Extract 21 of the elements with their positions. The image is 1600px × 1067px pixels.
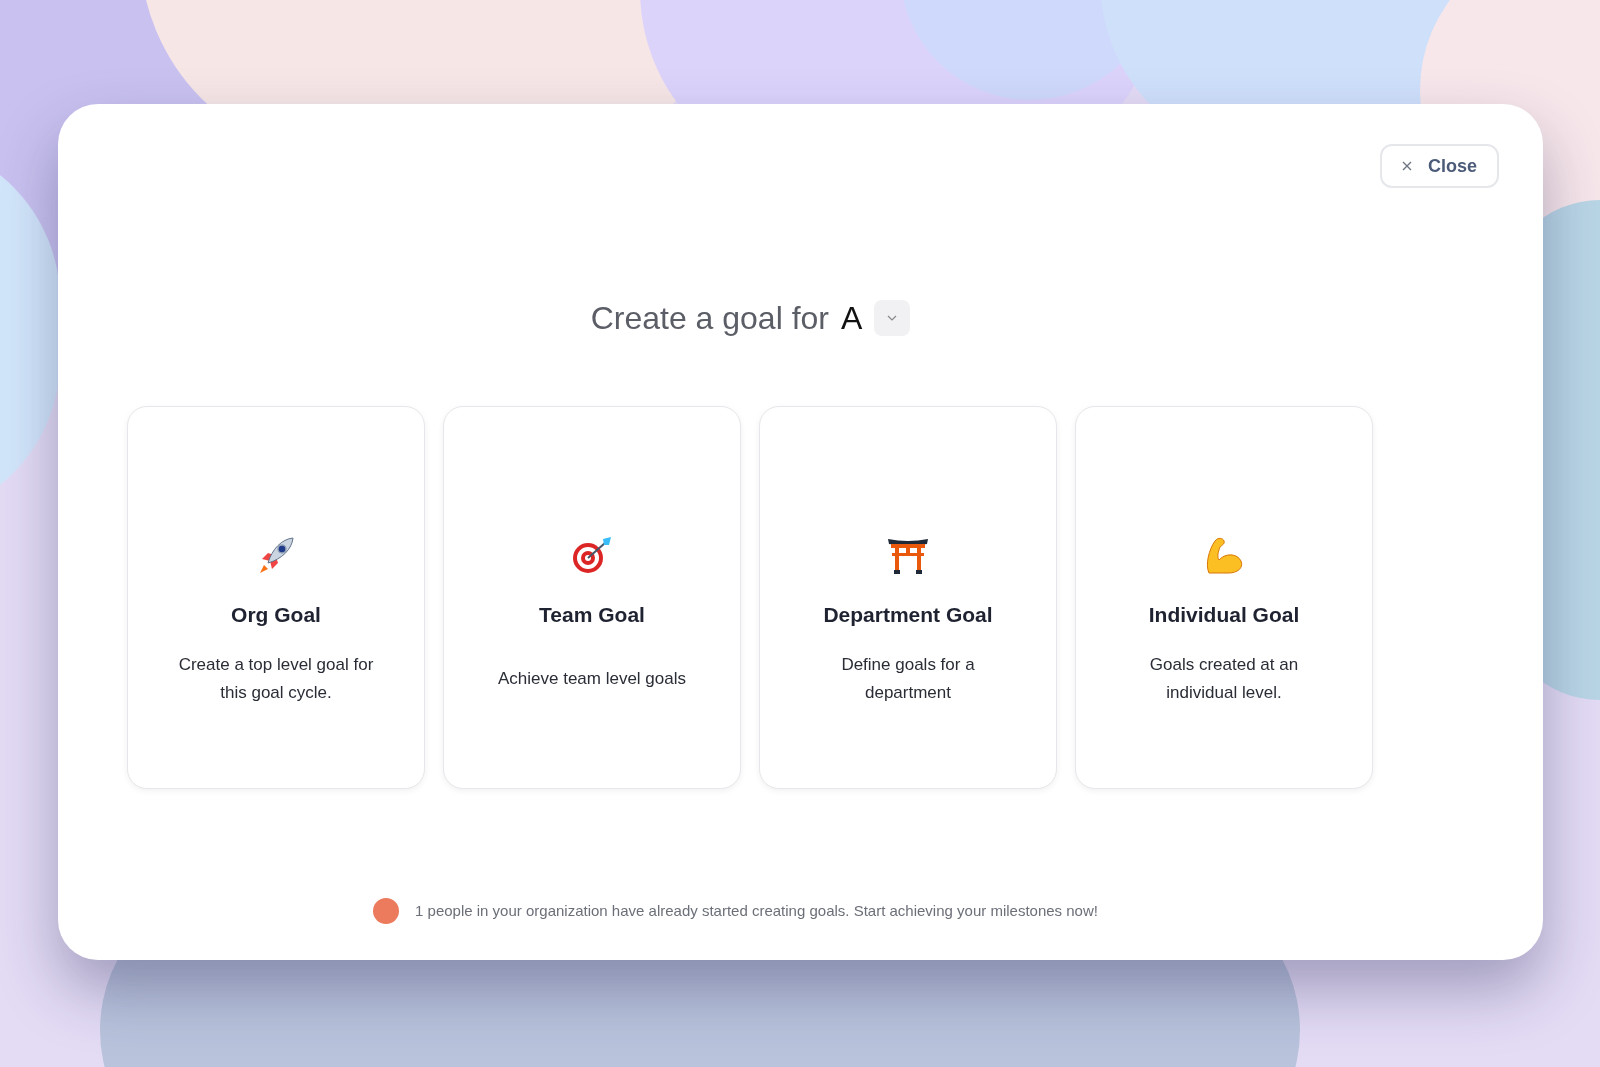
card-description: Goals created at an individual level. [1148,653,1300,704]
card-description: Achieve team level goals [497,667,686,690]
target-icon [571,535,613,575]
footer-note: 1 people in your organization have already started creating goals. Start achieving your milestones now! [415,900,1098,921]
goal-type-card[interactable]: Org Goal Create a top level goal for this goal cycle. [127,406,425,789]
close-icon [1401,161,1412,171]
card-description: Define goals for a department [840,653,976,704]
card-title: Team Goal [539,602,645,628]
card-title: Org Goal [231,602,321,628]
goal-type-card[interactable]: Department Goal Define goals for a department [759,406,1057,789]
avatar [373,898,400,924]
selected-value: A [841,299,863,338]
close-button[interactable]: Close [1379,144,1499,188]
goal-type-card[interactable]: Team Goal Achieve team level goals [443,406,741,789]
dropdown-button[interactable] [874,300,911,336]
goal-type-card[interactable]: Individual Goal Goals created at an individual level. [1075,406,1373,789]
card-title: Department Goal [823,602,993,628]
card-description: Create a top level goal for this goal cycle. [177,653,375,704]
chevron-down-icon [887,315,898,321]
card-title: Individual Goal [1148,602,1300,628]
dialog-title: Create a goal for [590,299,829,338]
